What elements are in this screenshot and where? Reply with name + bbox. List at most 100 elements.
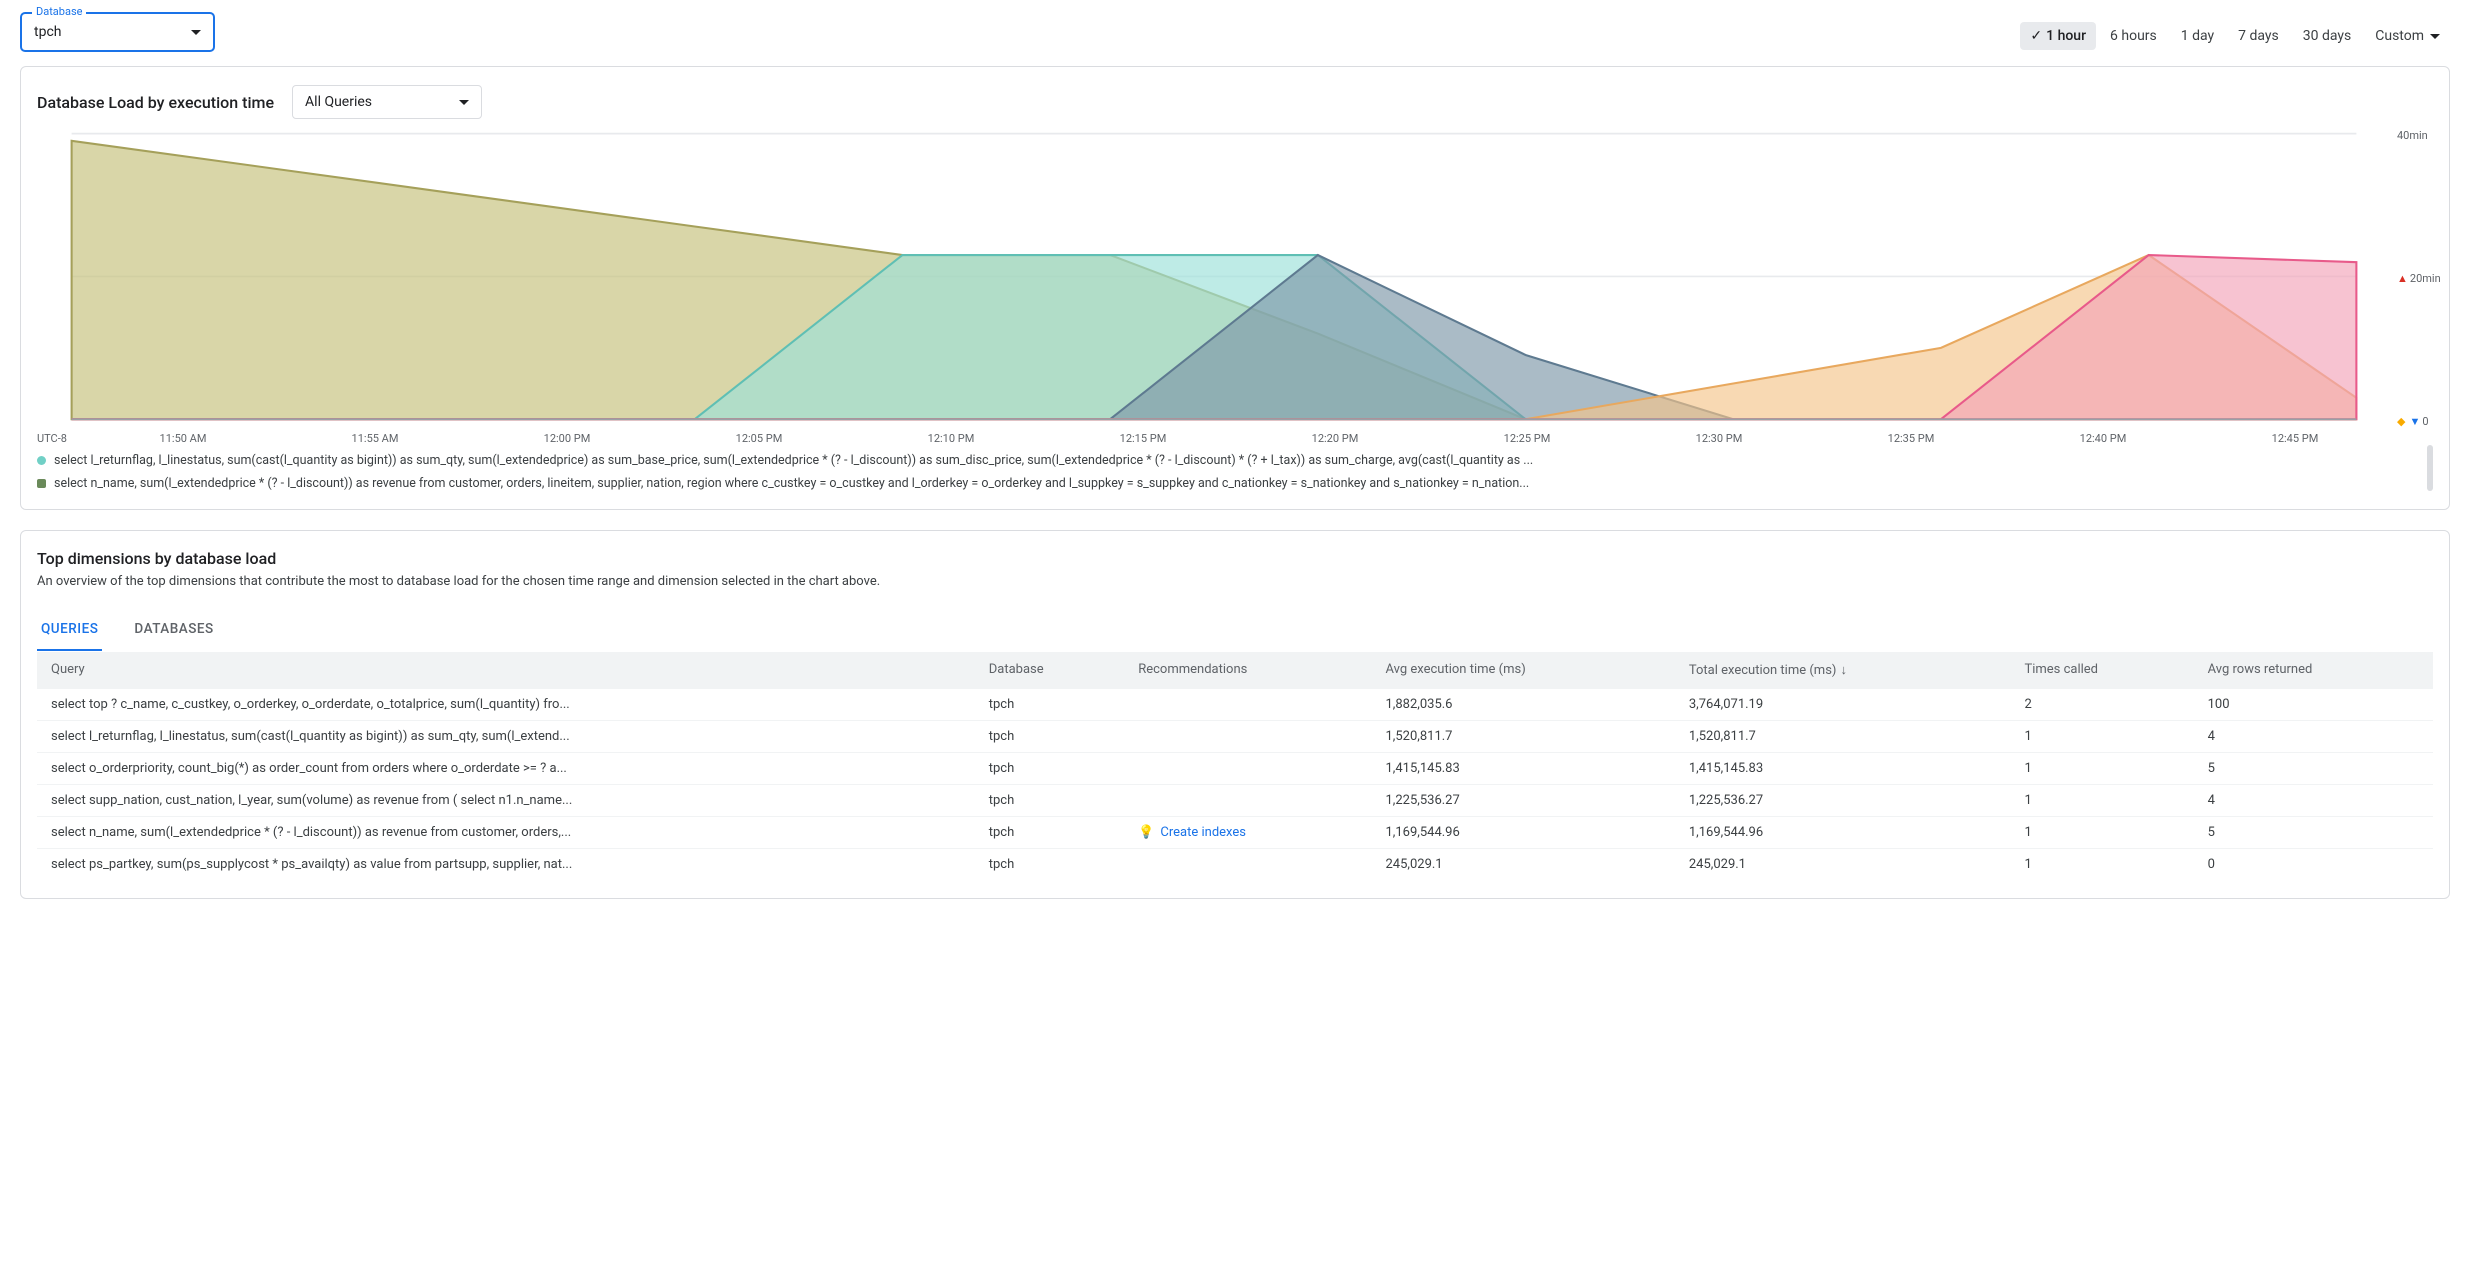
chart-x-axis: UTC-811:50 AM11:55 AM12:00 PM12:05 PM12:… [37, 432, 2433, 445]
table-row[interactable]: select n_name, sum(l_extendedprice * (? … [37, 816, 2433, 848]
cell-times: 1 [2010, 848, 2193, 880]
load-area-chart [37, 125, 2391, 428]
chart-legend: select l_returnflag, l_linestatus, sum(c… [37, 445, 2423, 491]
cell-rows: 100 [2194, 688, 2433, 720]
cell-query: select supp_nation, cust_nation, l_year,… [37, 784, 975, 816]
x-tick: 12:15 PM [1047, 432, 1239, 445]
table-row[interactable]: select l_returnflag, l_linestatus, sum(c… [37, 720, 2433, 752]
cell-recommendation: 💡 Create indexes [1124, 816, 1371, 848]
col-header[interactable]: Database [975, 652, 1125, 689]
col-header-label: Query [51, 662, 85, 677]
table-row[interactable]: select top ? c_name, c_custkey, o_orderk… [37, 688, 2433, 720]
dimensions-card: Top dimensions by database load An overv… [20, 530, 2450, 899]
recommendation-text: Create indexes [1160, 825, 1246, 840]
cell-query: select n_name, sum(l_extendedprice * (? … [37, 816, 975, 848]
load-chart-card: Database Load by execution time All Quer… [20, 66, 2450, 510]
cell-total-exec: 245,029.1 [1675, 848, 2011, 880]
database-select-value: tpch [34, 24, 61, 40]
chevron-down-icon [2430, 34, 2440, 39]
col-header[interactable]: Total execution time (ms)↓ [1675, 652, 2011, 689]
time-range-label: 6 hours [2110, 28, 2157, 44]
tab-databases[interactable]: DATABASES [130, 611, 217, 651]
x-tick: 12:20 PM [1239, 432, 1431, 445]
time-range-7-days[interactable]: 7 days [2228, 22, 2289, 50]
tab-queries[interactable]: QUERIES [37, 611, 102, 651]
table-row[interactable]: select ps_partkey, sum(ps_supplycost * p… [37, 848, 2433, 880]
cell-times: 1 [2010, 784, 2193, 816]
database-select[interactable]: Database tpch [20, 12, 215, 52]
legend-item[interactable]: select n_name, sum(l_extendedprice * (? … [37, 476, 2423, 491]
cell-database: tpch [975, 688, 1125, 720]
cell-recommendation [1124, 688, 1371, 720]
time-range-30-days[interactable]: 30 days [2293, 22, 2361, 50]
col-header-label: Recommendations [1138, 662, 1247, 677]
col-header-label: Times called [2024, 662, 2098, 677]
query-filter-value: All Queries [305, 94, 372, 110]
cell-avg-exec: 1,225,536.27 [1371, 784, 1674, 816]
cell-times: 1 [2010, 816, 2193, 848]
query-filter-select[interactable]: All Queries [292, 85, 482, 119]
cell-total-exec: 1,520,811.7 [1675, 720, 2011, 752]
time-range-label: Custom [2375, 28, 2424, 44]
load-chart-title: Database Load by execution time [37, 93, 274, 112]
x-tick: 11:50 AM [87, 432, 279, 445]
col-header-label: Avg execution time (ms) [1385, 662, 1525, 677]
time-range-6-hours[interactable]: 6 hours [2100, 22, 2167, 50]
legend-swatch [37, 456, 46, 465]
time-range-1-hour[interactable]: ✓1 hour [2020, 22, 2096, 50]
cell-recommendation [1124, 720, 1371, 752]
legend-text: select l_returnflag, l_linestatus, sum(c… [54, 453, 1533, 468]
col-header[interactable]: Times called [2010, 652, 2193, 689]
cell-recommendation [1124, 784, 1371, 816]
legend-item[interactable]: select l_returnflag, l_linestatus, sum(c… [37, 453, 2423, 468]
chart-y-axis: 40min ▲20min ◆▼0 [2391, 125, 2433, 428]
cell-database: tpch [975, 752, 1125, 784]
cell-query: select top ? c_name, c_custkey, o_orderk… [37, 688, 975, 720]
cell-rows: 4 [2194, 784, 2433, 816]
cell-rows: 5 [2194, 816, 2433, 848]
col-header[interactable]: Query [37, 652, 975, 689]
cell-rows: 5 [2194, 752, 2433, 784]
database-select-label: Database [32, 5, 86, 18]
cell-query: select o_orderpriority, count_big(*) as … [37, 752, 975, 784]
cell-times: 2 [2010, 688, 2193, 720]
queries-table: Query Database Recommendations Avg executio… [37, 652, 2433, 880]
x-tick: 11:55 AM [279, 432, 471, 445]
time-range-group: ✓1 hour 6 hours 1 day 7 days30 days Custom [2020, 22, 2450, 50]
sort-desc-icon: ↓ [1840, 663, 1847, 678]
cell-avg-exec: 1,520,811.7 [1371, 720, 1674, 752]
cell-database: tpch [975, 720, 1125, 752]
legend-swatch [37, 479, 46, 488]
x-tick: 12:05 PM [663, 432, 855, 445]
time-range-custom[interactable]: Custom [2365, 22, 2450, 50]
y-tick: ◆▼0 [2397, 415, 2433, 428]
col-header[interactable]: Avg execution time (ms) [1371, 652, 1674, 689]
cell-total-exec: 1,415,145.83 [1675, 752, 2011, 784]
time-range-label: 1 hour [2046, 28, 2086, 44]
cell-rows: 0 [2194, 848, 2433, 880]
lightbulb-icon: 💡 [1138, 825, 1154, 840]
col-header[interactable]: Recommendations [1124, 652, 1371, 689]
dimensions-tabs: QUERIES DATABASES [37, 611, 2433, 652]
cell-avg-exec: 245,029.1 [1371, 848, 1674, 880]
cell-database: tpch [975, 784, 1125, 816]
table-row[interactable]: select o_orderpriority, count_big(*) as … [37, 752, 2433, 784]
col-header[interactable]: Avg rows returned [2194, 652, 2433, 689]
dimensions-title: Top dimensions by database load [37, 549, 2433, 568]
cell-total-exec: 3,764,071.19 [1675, 688, 2011, 720]
cell-times: 1 [2010, 720, 2193, 752]
time-range-label: 1 day [2181, 28, 2214, 44]
cell-recommendation [1124, 752, 1371, 784]
x-tick: 12:25 PM [1431, 432, 1623, 445]
cell-total-exec: 1,169,544.96 [1675, 816, 2011, 848]
x-tick: 12:30 PM [1623, 432, 1815, 445]
cell-avg-exec: 1,169,544.96 [1371, 816, 1674, 848]
chevron-down-icon [191, 30, 201, 35]
dimensions-subtitle: An overview of the top dimensions that c… [37, 574, 2433, 589]
time-range-1-day[interactable]: 1 day [2171, 22, 2224, 50]
check-icon: ✓ [2030, 28, 2042, 44]
cell-database: tpch [975, 816, 1125, 848]
recommendation-link[interactable]: 💡 Create indexes [1138, 825, 1357, 840]
table-row[interactable]: select supp_nation, cust_nation, l_year,… [37, 784, 2433, 816]
legend-scrollbar[interactable] [2427, 445, 2433, 491]
